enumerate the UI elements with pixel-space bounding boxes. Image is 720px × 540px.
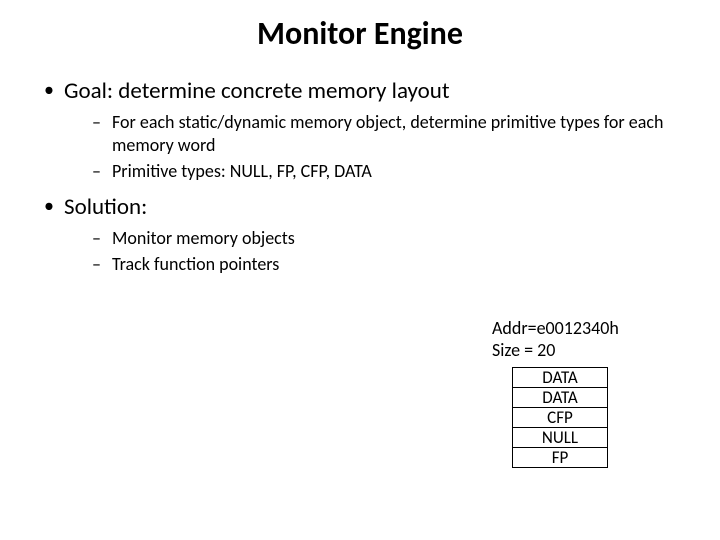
sub-bullet: Track function pointers	[92, 253, 690, 276]
memory-cell: DATA	[513, 388, 608, 408]
sub-list: Monitor memory objects Track function po…	[64, 227, 690, 276]
sub-list: For each static/dynamic memory object, d…	[64, 111, 690, 183]
memory-cell: NULL	[513, 428, 608, 448]
sub-bullet: Monitor memory objects	[92, 227, 690, 250]
sub-bullet: Primitive types: NULL, FP, CFP, DATA	[92, 160, 690, 183]
memory-meta: Addr=e0012340h Size = 20	[492, 318, 619, 361]
memory-size: Size = 20	[492, 340, 619, 362]
memory-cell: FP	[513, 448, 608, 468]
memory-addr: Addr=e0012340h	[492, 318, 619, 340]
bullet-list: Goal: determine concrete memory layout F…	[0, 77, 720, 276]
bullet-goal: Goal: determine concrete memory layout F…	[40, 77, 690, 183]
bullet-solution: Solution: Monitor memory objects Track f…	[40, 193, 690, 276]
memory-cell: DATA	[513, 368, 608, 388]
memory-block: Addr=e0012340h Size = 20 DATA DATA CFP N…	[492, 318, 619, 468]
slide-title: Monitor Engine	[0, 0, 720, 77]
bullet-text: Solution:	[64, 193, 147, 221]
bullet-text: Goal: determine concrete memory layout	[64, 77, 450, 105]
memory-table: DATA DATA CFP NULL FP	[512, 367, 608, 468]
sub-bullet: For each static/dynamic memory object, d…	[92, 111, 690, 156]
slide: Monitor Engine Goal: determine concrete …	[0, 0, 720, 540]
memory-cell: CFP	[513, 408, 608, 428]
